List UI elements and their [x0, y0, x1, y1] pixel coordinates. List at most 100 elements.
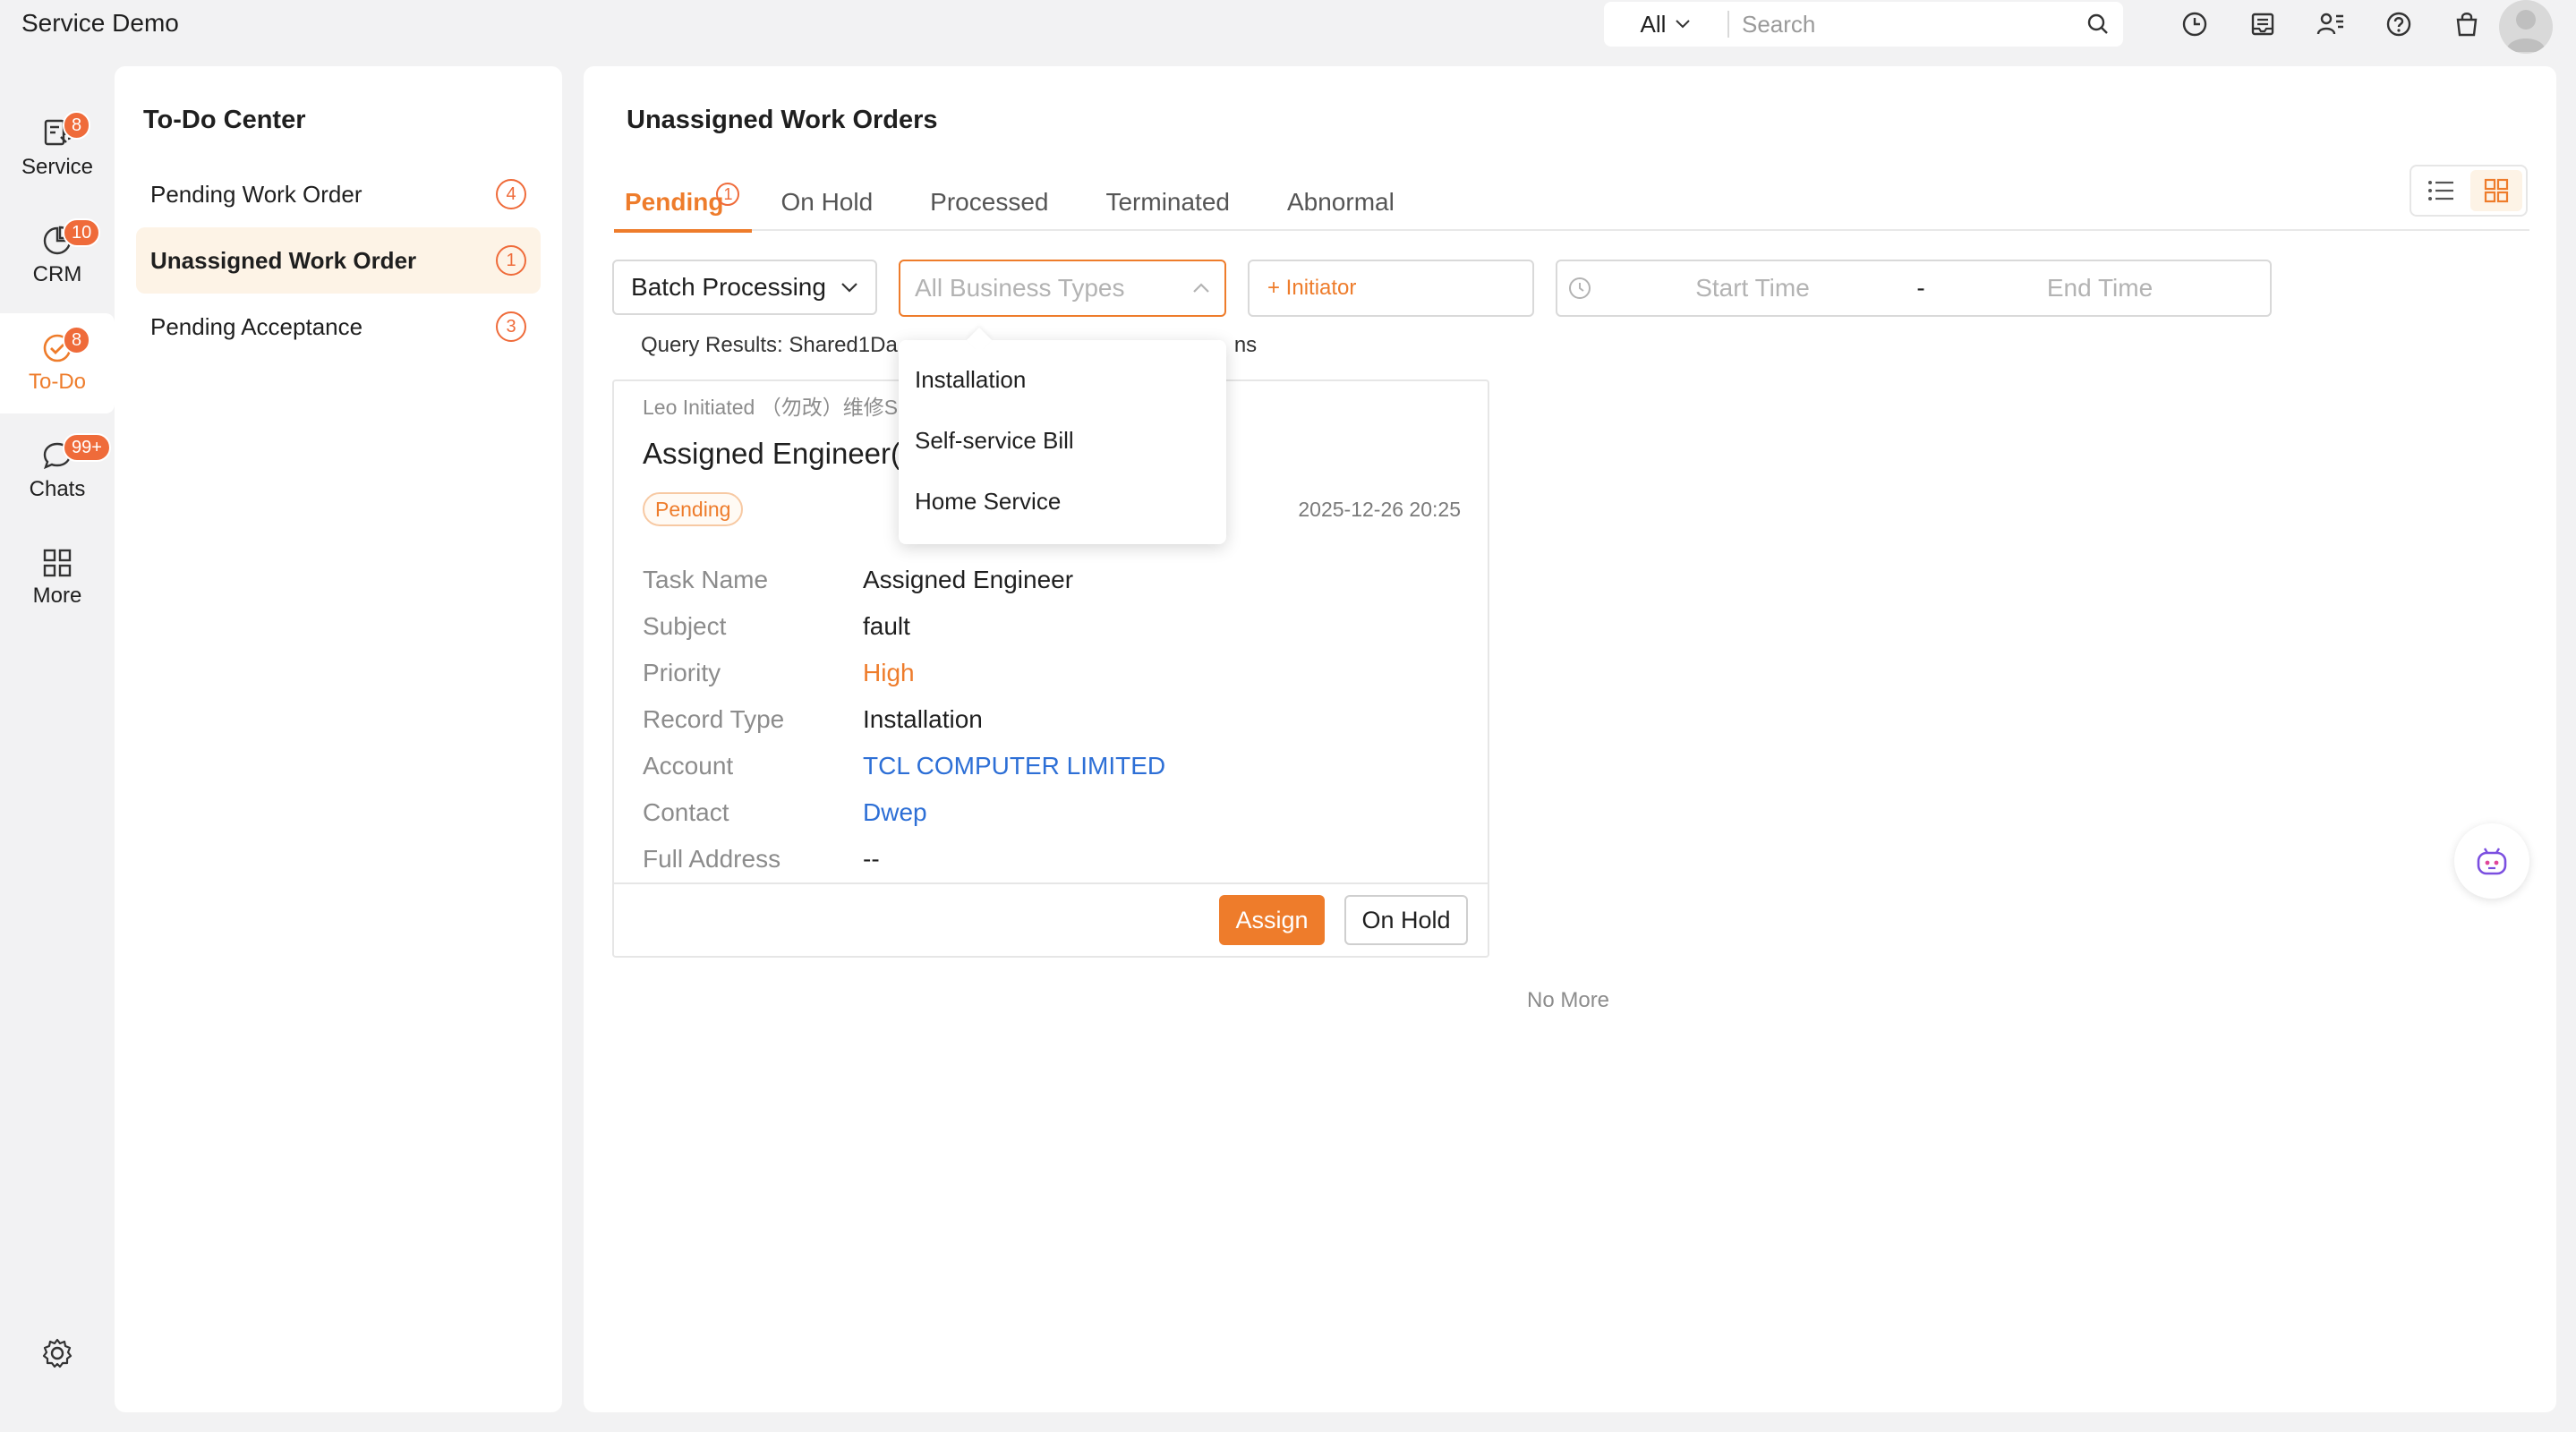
field-value: --	[863, 845, 880, 873]
batch-processing-label: Batch Processing	[631, 273, 826, 301]
grid-icon	[43, 549, 72, 577]
initiator-filter-button[interactable]: + Initiator	[1248, 260, 1534, 317]
tab-abnormal[interactable]: Abnormal	[1258, 174, 1423, 231]
search-icon[interactable]	[2073, 13, 2123, 36]
dropdown-option-installation[interactable]: Installation	[899, 349, 1226, 410]
query-results-tail: ns	[1233, 333, 1258, 357]
nav-item-crm[interactable]: CRM 10	[0, 206, 115, 306]
field-label: Task Name	[643, 566, 769, 593]
date-range-picker[interactable]: Start Time - End Time	[1556, 260, 2272, 317]
app-title: Service Demo	[21, 9, 179, 37]
history-icon[interactable]	[2161, 4, 2229, 45]
batch-processing-button[interactable]: Batch Processing	[612, 260, 877, 315]
field-label: Contact	[643, 798, 729, 826]
tab-pending[interactable]: Pending 1	[614, 174, 753, 233]
business-type-dropdown: Installation Self-service Bill Home Serv…	[899, 340, 1226, 544]
avatar[interactable]	[2499, 0, 2553, 54]
todo-item-unassigned-work-order[interactable]: Unassigned Work Order 1	[136, 227, 541, 294]
field-label: Priority	[643, 659, 721, 686]
card-footer: Assign On Hold	[614, 882, 1488, 958]
field-label: Full Address	[643, 845, 781, 873]
main-panel: Unassigned Work Orders Pending 1 On Hold…	[584, 66, 2556, 1412]
nav-item-more[interactable]: More	[0, 528, 115, 628]
dropdown-option-self-service-bill[interactable]: Self-service Bill	[899, 410, 1226, 471]
contact-link[interactable]: Dwep	[863, 798, 927, 827]
top-bar: Service Demo All	[0, 0, 2576, 54]
business-type-placeholder: All Business Types	[915, 274, 1125, 302]
priority-value: High	[863, 659, 915, 686]
business-type-select[interactable]: All Business Types	[899, 260, 1226, 317]
nav-label: More	[32, 584, 82, 608]
date-range-separator: -	[1916, 274, 1925, 302]
nav-badge: 8	[63, 111, 91, 140]
chevron-down-icon	[841, 283, 857, 293]
nav-label: CRM	[32, 262, 82, 286]
field-value: Assigned Engineer	[863, 566, 1074, 593]
tab-label: On Hold	[780, 188, 874, 216]
top-icons	[2161, 4, 2501, 45]
assistant-bot-icon[interactable]	[2454, 823, 2529, 899]
todo-center-title: To-Do Center	[143, 106, 306, 134]
bag-icon[interactable]	[2433, 4, 2501, 45]
card-date: 2025-12-26 20:25	[1298, 498, 1461, 521]
tab-label: Abnormal	[1286, 188, 1395, 216]
tab-label: Terminated	[1105, 188, 1230, 216]
status-badge: Pending	[643, 492, 744, 526]
todo-item-label: Pending Acceptance	[150, 312, 363, 340]
clock-icon	[1557, 276, 1602, 301]
todo-item-pending-work-order[interactable]: Pending Work Order 4	[136, 161, 541, 227]
field-record-type: Record Type Installation	[643, 696, 1165, 743]
todo-item-label: Unassigned Work Order	[150, 246, 417, 274]
todo-count-badge: 3	[496, 311, 526, 342]
nav-item-todo[interactable]: To-Do 8	[0, 313, 115, 413]
field-contact: Contact Dwep	[643, 789, 1165, 836]
todo-count-badge: 4	[496, 179, 526, 209]
settings-gear-icon[interactable]	[38, 1334, 77, 1373]
todo-center-panel: To-Do Center Pending Work Order 4 Unassi…	[115, 66, 562, 1412]
todo-item-label: Pending Work Order	[150, 180, 363, 208]
nav-label: To-Do	[28, 370, 87, 394]
field-task-name: Task Name Assigned Engineer	[643, 557, 1165, 603]
no-more-text: No More	[1527, 988, 1610, 1012]
nav-item-service[interactable]: Service 8	[0, 98, 115, 199]
tab-count-badge: 1	[716, 183, 740, 206]
tab-processed[interactable]: Processed	[901, 174, 1077, 231]
field-label: Account	[643, 752, 734, 780]
dropdown-option-home-service[interactable]: Home Service	[899, 471, 1226, 532]
chevron-up-icon	[1193, 283, 1209, 293]
field-value: fault	[863, 612, 910, 640]
end-time-input[interactable]: End Time	[1939, 274, 2261, 303]
assign-button[interactable]: Assign	[1219, 895, 1325, 945]
start-time-input[interactable]: Start Time	[1602, 274, 1903, 303]
nav-badge: 99+	[63, 433, 111, 462]
nav-label: Chats	[29, 477, 86, 501]
nav-label: Service	[21, 155, 94, 179]
left-nav: Service 8 CRM 10 To-Do 8 Chats 99+ More	[0, 98, 115, 635]
inbox-icon[interactable]	[2229, 4, 2297, 45]
on-hold-button[interactable]: On Hold	[1344, 895, 1468, 945]
tab-on-hold[interactable]: On Hold	[752, 174, 901, 231]
user-list-icon[interactable]	[2297, 4, 2365, 45]
tab-label: Pending	[625, 188, 724, 216]
account-link[interactable]: TCL COMPUTER LIMITED	[863, 752, 1165, 780]
field-subject: Subject fault	[643, 603, 1165, 650]
page-title: Unassigned Work Orders	[627, 106, 938, 134]
tab-terminated[interactable]: Terminated	[1077, 174, 1258, 231]
nav-item-chats[interactable]: Chats 99+	[0, 421, 115, 521]
query-results-label: Query Results: Shared1Da	[641, 333, 898, 357]
field-account: Account TCL COMPUTER LIMITED	[643, 743, 1165, 789]
field-value: Installation	[863, 705, 983, 733]
nav-badge: 8	[63, 326, 91, 354]
todo-list: Pending Work Order 4 Unassigned Work Ord…	[136, 161, 541, 360]
search-scope-select[interactable]: All	[1604, 11, 1727, 38]
tab-label: Processed	[930, 188, 1049, 216]
todo-item-pending-acceptance[interactable]: Pending Acceptance 3	[136, 294, 541, 360]
help-icon[interactable]	[2365, 4, 2433, 45]
field-label: Subject	[643, 612, 727, 640]
chevron-down-icon	[1676, 20, 1691, 29]
card-fields: Task Name Assigned Engineer Subject faul…	[643, 557, 1165, 882]
todo-count-badge: 1	[496, 245, 526, 276]
search-input[interactable]	[1729, 10, 2073, 38]
nav-badge: 10	[63, 218, 101, 247]
global-search: All	[1604, 2, 2123, 47]
